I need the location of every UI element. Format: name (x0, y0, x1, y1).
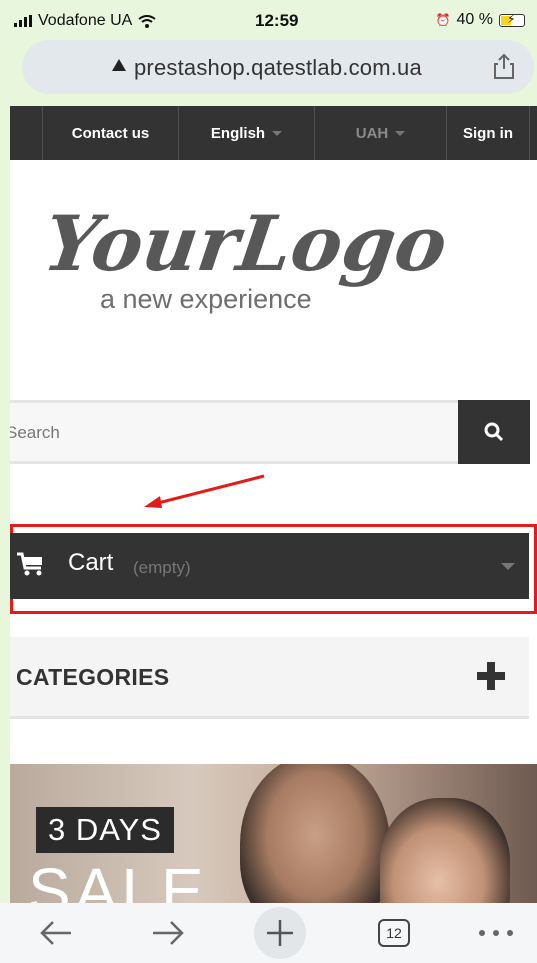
sign-in-label: Sign in (463, 124, 513, 142)
currency-label: UAH (355, 124, 389, 142)
search-bar: Search (10, 400, 530, 464)
status-bar: Vodafone UA 12:59 ⏰ 40 % ⚡ (0, 0, 537, 38)
logo-title: YourLogo (40, 199, 452, 289)
sign-in-link[interactable]: Sign in (446, 106, 530, 160)
arrow-left-icon (40, 921, 71, 945)
banner-days-label: 3 DAYS (36, 807, 174, 853)
site-logo[interactable]: YourLogo a new experience (40, 192, 460, 322)
search-icon (484, 422, 504, 442)
alarm-icon: ⏰ (435, 13, 451, 27)
logo-tagline: a new experience (100, 284, 312, 314)
banner-man-figure (240, 764, 390, 903)
tabs-button[interactable]: 12 (372, 911, 416, 955)
search-button[interactable] (458, 400, 530, 464)
status-right: ⏰ 40 % ⚡ (436, 11, 525, 29)
nav-contact-label: Contact us (71, 124, 150, 142)
cart-status: (empty) (133, 558, 191, 577)
top-navigation: Contact us English UAH Sign in (10, 106, 537, 160)
more-menu-button[interactable] (474, 911, 518, 955)
categories-title: CATEGORIES (16, 664, 170, 690)
promo-banner[interactable]: 3 DAYS SALE (10, 764, 537, 903)
categories-block[interactable]: CATEGORIES (10, 637, 529, 719)
battery-percent: 40 % (456, 11, 493, 28)
new-tab-button[interactable] (254, 907, 306, 959)
arrow-right-icon (153, 921, 184, 945)
red-arrow-annotation (144, 474, 265, 508)
share-icon[interactable] (494, 53, 514, 79)
address-bar[interactable]: prestashop.qatestlab.com.ua (22, 40, 534, 94)
url-text[interactable]: prestashop.qatestlab.com.ua (134, 55, 422, 81)
currency-selector[interactable]: UAH (314, 106, 446, 160)
language-label: English (210, 124, 266, 142)
cart-block[interactable]: Cart (empty) (10, 533, 529, 599)
web-page: Contact us English UAH Sign in YourLogo … (10, 106, 537, 903)
cart-label: Cart (68, 549, 114, 576)
signal-icon (14, 15, 32, 27)
site-info-icon[interactable] (112, 59, 126, 71)
chevron-down-icon (272, 130, 283, 136)
clock: 12:59 (255, 11, 299, 30)
cart-icon (17, 552, 42, 576)
expand-plus-icon[interactable] (475, 660, 507, 692)
banner-woman-figure (380, 798, 510, 903)
carrier-name: Vodafone UA (38, 12, 133, 29)
plus-icon (267, 920, 293, 946)
more-dots-icon (479, 930, 513, 936)
nav-contact-us[interactable]: Contact us (42, 106, 178, 160)
wifi-icon (138, 14, 156, 28)
tabs-count: 12 (378, 919, 410, 947)
chevron-down-icon[interactable] (501, 563, 515, 570)
status-left: Vodafone UA (14, 12, 156, 30)
browser-toolbar: 12 (0, 903, 537, 963)
back-button[interactable] (34, 911, 78, 955)
battery-icon: ⚡ (499, 12, 525, 27)
chevron-down-icon (395, 130, 406, 136)
language-selector[interactable]: English (178, 106, 314, 160)
banner-sale-text: SALE (28, 855, 208, 903)
forward-button[interactable] (146, 911, 190, 955)
search-input[interactable]: Search (10, 423, 60, 443)
